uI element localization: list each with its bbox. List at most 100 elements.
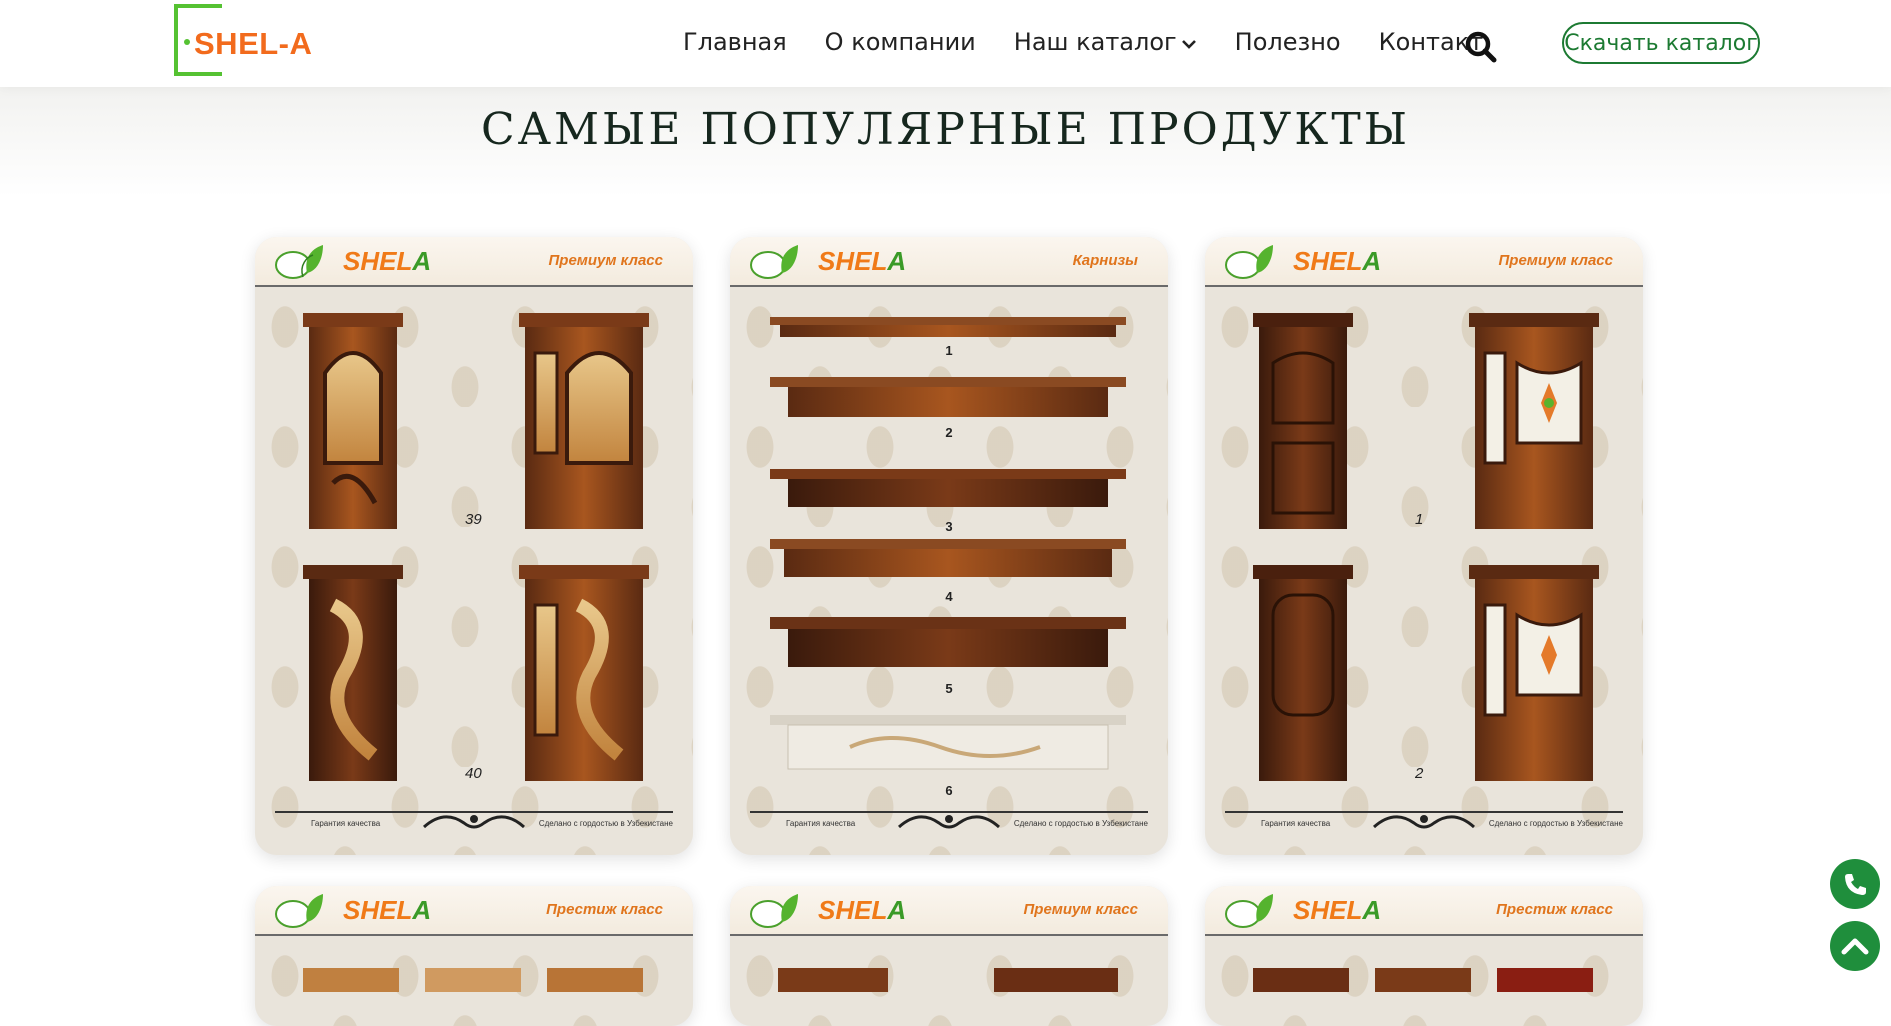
nav-useful[interactable]: Полезно xyxy=(1235,28,1341,56)
cornice-image xyxy=(770,317,1126,337)
brand-accent: A xyxy=(887,246,907,276)
card-class-label: Карнизы xyxy=(1072,252,1138,269)
brand-main: SHEL xyxy=(818,895,888,925)
brand-main: SHEL xyxy=(1293,246,1363,276)
brand-accent: A xyxy=(1362,246,1382,276)
product-card[interactable]: SHELA Карнизы 1 2 3 4 5 6 Гарантия качес… xyxy=(730,237,1168,855)
card-header: SHELA Премиум класс xyxy=(1205,237,1643,287)
product-number: 3 xyxy=(945,519,953,534)
nav-home-label: Главная xyxy=(683,28,787,56)
brand-main: SHEL xyxy=(343,246,413,276)
brand-accent: A xyxy=(412,246,432,276)
door-image xyxy=(303,565,403,781)
search-icon[interactable] xyxy=(1464,30,1498,64)
brand-accent: A xyxy=(887,895,907,925)
main-nav: Главная О компании Наш каталог Полезно К… xyxy=(683,28,1521,56)
logo-dot xyxy=(184,39,190,45)
door-image xyxy=(1469,313,1599,529)
card-class-label: Престиж класс xyxy=(546,901,663,918)
door-tops-image xyxy=(1253,968,1593,992)
product-number: 5 xyxy=(945,681,953,696)
product-number: 40 xyxy=(465,765,482,782)
card-class-label: Престиж класс xyxy=(1496,901,1613,918)
card-brand: SHELA xyxy=(1293,895,1381,926)
cornice-image xyxy=(770,617,1126,667)
scroll-top-button[interactable] xyxy=(1830,921,1880,971)
product-number: 6 xyxy=(945,783,953,798)
eco-leaf-icon xyxy=(275,894,323,928)
download-catalog-button[interactable]: Скачать каталог xyxy=(1562,22,1760,64)
nav-about[interactable]: О компании xyxy=(825,28,976,56)
card-brand: SHELA xyxy=(343,246,431,277)
phone-icon xyxy=(1845,874,1866,895)
product-card[interactable]: SHELA Престиж класс xyxy=(1205,886,1643,1026)
brand-accent: A xyxy=(412,895,432,925)
brand-main: SHEL xyxy=(343,895,413,925)
card-footer: Гарантия качества Сделано с гордостью в … xyxy=(255,805,693,841)
phone-button[interactable] xyxy=(1830,859,1880,909)
footer-left-text: Гарантия качества xyxy=(311,819,381,828)
card-class-label: Премиум класс xyxy=(1498,252,1614,269)
brand-accent: A xyxy=(1362,895,1382,925)
card-brand: SHELA xyxy=(1293,246,1381,277)
eco-leaf-icon xyxy=(750,245,798,279)
product-number: 4 xyxy=(945,589,953,604)
ornament-icon xyxy=(1372,815,1476,829)
footer-right-text: Сделано с гордостью в Узбекистане xyxy=(1488,819,1623,828)
nav-catalog-label: Наш каталог xyxy=(1013,28,1177,56)
brand-main: SHEL xyxy=(1293,895,1363,925)
card-header: SHELA Премиум класс xyxy=(255,237,693,287)
eco-leaf-icon xyxy=(750,894,798,928)
brand-main: SHEL xyxy=(818,246,888,276)
cornice-image xyxy=(770,377,1126,417)
product-number: 2 xyxy=(945,425,953,440)
nav-useful-label: Полезно xyxy=(1234,28,1341,56)
footer-left-text: Гарантия качества xyxy=(1261,819,1331,828)
ornament-icon xyxy=(897,815,1001,829)
card-class-label: Премиум класс xyxy=(1023,901,1139,918)
door-image xyxy=(1469,565,1599,781)
cornice-image xyxy=(770,715,1126,770)
logo-text: SHEL-A xyxy=(194,26,313,61)
door-tops-image xyxy=(303,968,643,992)
ornament-icon xyxy=(422,815,526,829)
door-image xyxy=(1253,565,1353,781)
door-image xyxy=(519,313,649,529)
product-number: 1 xyxy=(1415,511,1424,528)
nav-about-label: О компании xyxy=(824,28,976,56)
product-number: 2 xyxy=(1415,765,1424,782)
card-brand: SHELA xyxy=(818,246,906,277)
card-header: SHELA Премиум класс xyxy=(730,886,1168,936)
nav-catalog[interactable]: Наш каталог xyxy=(1014,28,1197,56)
product-number: 39 xyxy=(465,511,482,528)
chevron-up-icon xyxy=(1841,938,1869,955)
product-card[interactable]: SHELA Премиум класс 39 40 Гарантия качес… xyxy=(255,237,693,855)
door-image xyxy=(519,565,649,781)
footer-right-text: Сделано с гордостью в Узбекистане xyxy=(538,819,673,828)
card-class-label: Премиум класс xyxy=(548,252,664,269)
card-brand: SHELA xyxy=(343,895,431,926)
card-header: SHELA Престиж класс xyxy=(1205,886,1643,936)
card-footer: Гарантия качества Сделано с гордостью в … xyxy=(730,805,1168,841)
card-footer: Гарантия качества Сделано с гордостью в … xyxy=(1205,805,1643,841)
product-number: 1 xyxy=(945,343,953,358)
eco-leaf-icon xyxy=(1225,245,1273,279)
logo[interactable]: SHEL-A xyxy=(174,4,324,81)
door-tops-image xyxy=(778,968,1118,992)
section-title: САМЫЕ ПОПУЛЯРНЫЕ ПРОДУКТЫ xyxy=(481,104,1410,155)
eco-leaf-icon xyxy=(275,245,323,279)
nav-home[interactable]: Главная xyxy=(683,28,787,56)
product-card[interactable]: SHELA Премиум класс xyxy=(730,886,1168,1026)
site-header: SHEL-A Главная О компании Наш каталог По… xyxy=(0,0,1891,87)
product-card[interactable]: SHELA Премиум класс 1 2 Гарантия качеств… xyxy=(1205,237,1643,855)
cornice-image xyxy=(770,539,1126,577)
eco-leaf-icon xyxy=(1225,894,1273,928)
card-header: SHELA Карнизы xyxy=(730,237,1168,287)
cornice-image xyxy=(770,469,1126,507)
product-card[interactable]: SHELA Престиж класс xyxy=(255,886,693,1026)
footer-left-text: Гарантия качества xyxy=(786,819,856,828)
card-header: SHELA Престиж класс xyxy=(255,886,693,936)
door-image xyxy=(1253,313,1353,529)
card-brand: SHELA xyxy=(818,895,906,926)
chevron-down-icon xyxy=(1181,28,1197,56)
